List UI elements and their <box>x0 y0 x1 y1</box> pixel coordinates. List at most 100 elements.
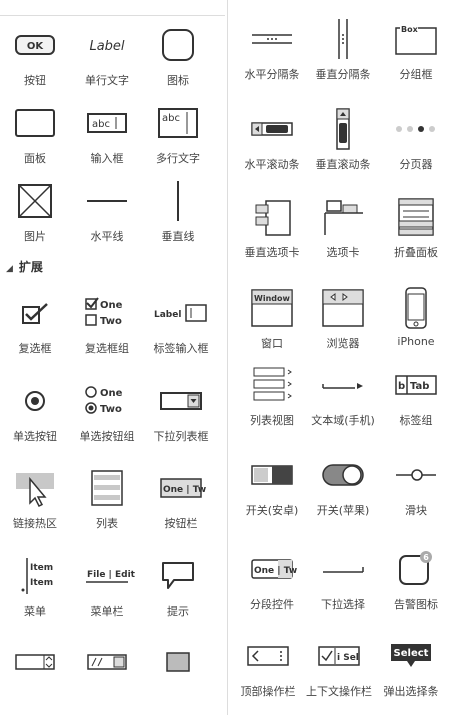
widget-pager[interactable]: 分页器 <box>376 106 456 176</box>
widget-iphone-label: iPhone <box>397 335 435 348</box>
textfield-mobile-icon <box>322 383 363 389</box>
section-expand-label: 扩展 <box>18 260 43 274</box>
listview-icon <box>253 367 292 401</box>
list-icon <box>91 470 123 506</box>
horizontal-line-icon <box>87 200 127 202</box>
menu-item-1: Item <box>30 563 53 573</box>
dropdown-select-icon <box>323 567 364 573</box>
tooltip-icon <box>162 562 194 589</box>
tabs-icon <box>324 200 363 235</box>
widget-iphone[interactable]: iPhone <box>376 285 456 355</box>
widget-color-picker[interactable] <box>138 647 218 677</box>
segmented-text: One | Tw <box>254 566 297 576</box>
pager-icon <box>396 126 435 132</box>
slider-icon <box>396 469 436 481</box>
menu-icon: Item Item <box>21 558 53 594</box>
h-scroll-icon <box>251 122 293 136</box>
widget-popup-select[interactable]: Select 弹出选择条 <box>371 633 451 703</box>
label-input-text: Label <box>154 310 181 320</box>
widget-tabgroup[interactable]: b Tab 标签组 <box>376 362 456 432</box>
checkbox-group-one: One <box>100 300 123 311</box>
tabgroup-text: Tab <box>410 381 429 392</box>
browser-icon <box>322 289 364 327</box>
widget-textarea-label: 多行文字 <box>156 152 200 165</box>
radio-group-two: Two <box>100 404 122 415</box>
switch-android-icon <box>251 465 293 485</box>
top-actionbar-icon <box>247 646 289 666</box>
popup-select-text: Select <box>394 648 429 659</box>
tabgroup-icon: b Tab <box>395 375 437 395</box>
input-icon: abc <box>87 113 127 133</box>
h-separator-icon <box>252 34 292 44</box>
widget-icon-label: 图标 <box>167 74 189 87</box>
stepper-icon <box>15 654 55 670</box>
widget-textarea[interactable]: abc 多行文字 <box>138 100 218 170</box>
checkbox-group-icon: One Two <box>85 297 123 327</box>
widget-tooltip[interactable]: 提示 <box>138 553 218 623</box>
switch-apple-icon <box>322 464 364 486</box>
checkbox-icon <box>22 303 48 324</box>
alert-badge-icon: 6 <box>399 551 432 585</box>
section-expand[interactable]: ◢ 扩展 <box>6 258 43 275</box>
textarea-icon-text: abc <box>162 113 180 124</box>
widget-tooltip-label: 提示 <box>167 605 189 618</box>
widget-groupbox-label: 分组框 <box>399 68 433 81</box>
dropdown-icon <box>160 392 202 410</box>
menubar-text: File | Edit <box>87 570 136 580</box>
widget-alert-badge[interactable]: 6 告警图标 <box>376 546 456 616</box>
vertical-line-icon <box>177 181 179 221</box>
image-icon <box>18 184 52 218</box>
widget-date-picker[interactable] <box>67 647 147 677</box>
widget-vline-label: 垂直线 <box>161 230 195 243</box>
iphone-icon <box>405 287 427 329</box>
widget-alert-badge-label: 告警图标 <box>394 598 438 611</box>
window-icon: Window <box>251 289 293 327</box>
widget-accordion[interactable]: 折叠面板 <box>376 194 456 264</box>
widget-label-input[interactable]: Label 标签输入框 <box>141 290 221 360</box>
widget-button-bar-label: 按钮栏 <box>164 517 198 530</box>
button-icon: OK <box>15 35 55 55</box>
menu-item-2: Item <box>30 578 53 588</box>
widget-pager-label: 分页器 <box>399 158 433 171</box>
alert-badge-count: 6 <box>423 553 429 562</box>
widget-slider-label: 滑块 <box>405 504 427 517</box>
widget-slider[interactable]: 滑块 <box>376 452 456 522</box>
button-icon-text: OK <box>27 41 45 52</box>
collapse-triangle-icon[interactable]: ◢ <box>6 264 13 274</box>
icon-placeholder-icon <box>162 29 194 61</box>
widget-button-bar[interactable]: One | Tw 按钮栏 <box>141 465 221 535</box>
widget-vline[interactable]: 垂直线 <box>138 178 218 248</box>
button-bar-icon: One | Tw <box>160 478 206 498</box>
widget-stepper[interactable] <box>0 647 75 677</box>
v-separator-icon <box>338 19 348 59</box>
context-actionbar-icon: i Sel <box>318 646 360 666</box>
radio-icon <box>25 391 45 411</box>
widget-label-input-label: 标签输入框 <box>153 342 209 355</box>
widget-dropdown-label: 下拉列表框 <box>153 430 209 443</box>
hotspot-icon <box>16 473 54 508</box>
groupbox-text: Box <box>401 25 419 34</box>
accordion-icon <box>398 198 434 236</box>
widget-dropdown[interactable]: 下拉列表框 <box>141 378 221 448</box>
label-icon-text: Label <box>89 39 124 54</box>
radio-group-one: One <box>100 388 123 399</box>
widget-tabgroup-label: 标签组 <box>399 414 433 427</box>
panel-icon <box>15 109 55 137</box>
groupbox-icon: Box <box>395 23 437 55</box>
context-actionbar-text: i Sel <box>337 653 359 663</box>
v-tabs-icon <box>255 200 291 236</box>
widget-accordion-label: 折叠面板 <box>394 246 438 259</box>
radio-group-icon: One Two <box>85 386 123 415</box>
popup-select-icon: Select <box>391 644 431 667</box>
label-input-icon: Label <box>154 304 207 322</box>
widget-groupbox[interactable]: Box 分组框 <box>376 16 456 86</box>
label-text-icon: Label <box>89 39 124 54</box>
widget-icon[interactable]: 图标 <box>138 22 218 92</box>
date-picker-icon <box>87 654 127 670</box>
v-scroll-icon <box>336 108 350 150</box>
top-left-divider <box>0 15 225 16</box>
input-icon-text: abc <box>92 119 110 130</box>
color-picker-icon <box>166 652 190 672</box>
widget-popup-select-label: 弹出选择条 <box>383 685 439 698</box>
button-bar-text: One | Tw <box>163 485 206 495</box>
